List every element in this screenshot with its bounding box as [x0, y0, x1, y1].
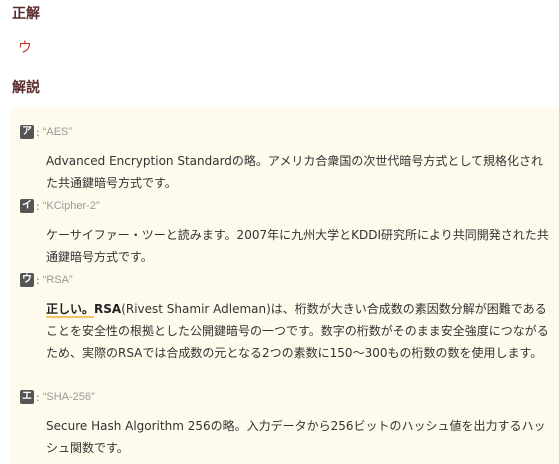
choice-e: エ : “SHA-256” Secure Hash Algorithm 256の…: [20, 389, 550, 459]
choice-u: ウ : “RSA” 正しい。RSA(Rivest Shamir Adleman)…: [20, 272, 550, 364]
choice-explanation: Secure Hash Algorithm 256の略。入力データから256ビッ…: [46, 419, 546, 455]
choice-colon: :: [36, 125, 40, 139]
choice-explanation: ケーサイファー・ツーと読みます。2007年に九州大学とKDDI研究所により共同開…: [46, 228, 549, 264]
choice-term: “SHA-256”: [42, 391, 95, 403]
choice-header: ア : “AES”: [20, 124, 550, 140]
choice-colon: :: [36, 273, 40, 287]
choice-explanation: Advanced Encryption Standardの略。アメリカ合衆国の次…: [46, 154, 543, 190]
answer-value: ウ: [18, 40, 32, 56]
choice-term: “RSA”: [42, 274, 73, 286]
choice-badge: ウ: [20, 273, 34, 287]
choice-header: ウ : “RSA”: [20, 272, 550, 288]
choice-badge: エ: [20, 390, 34, 404]
choice-header: エ : “SHA-256”: [20, 389, 550, 405]
correct-label: 正しい。: [46, 302, 95, 318]
explanation-heading: 解説: [12, 80, 40, 96]
choice-a: ア : “AES” Advanced Encryption Standardの略…: [20, 124, 550, 194]
explanation-box: ア : “AES” Advanced Encryption Standardの略…: [10, 108, 559, 464]
answer-heading: 正解: [12, 6, 40, 22]
choice-colon: :: [36, 390, 40, 404]
choice-badge: ア: [20, 125, 34, 139]
explanation-text: (Rivest Shamir Adleman)は、桁数が大きい合成数の素因数分解…: [46, 302, 549, 360]
choice-term: “KCipher-2”: [42, 200, 100, 212]
choice-header: イ : “KCipher-2”: [20, 198, 550, 214]
choice-colon: :: [36, 199, 40, 213]
choice-i: イ : “KCipher-2” ケーサイファー・ツーと読みます。2007年に九州…: [20, 198, 550, 268]
choice-badge: イ: [20, 199, 34, 213]
bold-term: RSA: [94, 302, 122, 316]
choice-explanation: 正しい。RSA(Rivest Shamir Adleman)は、桁数が大きい合成…: [46, 298, 550, 364]
choice-term: “AES”: [42, 126, 73, 138]
